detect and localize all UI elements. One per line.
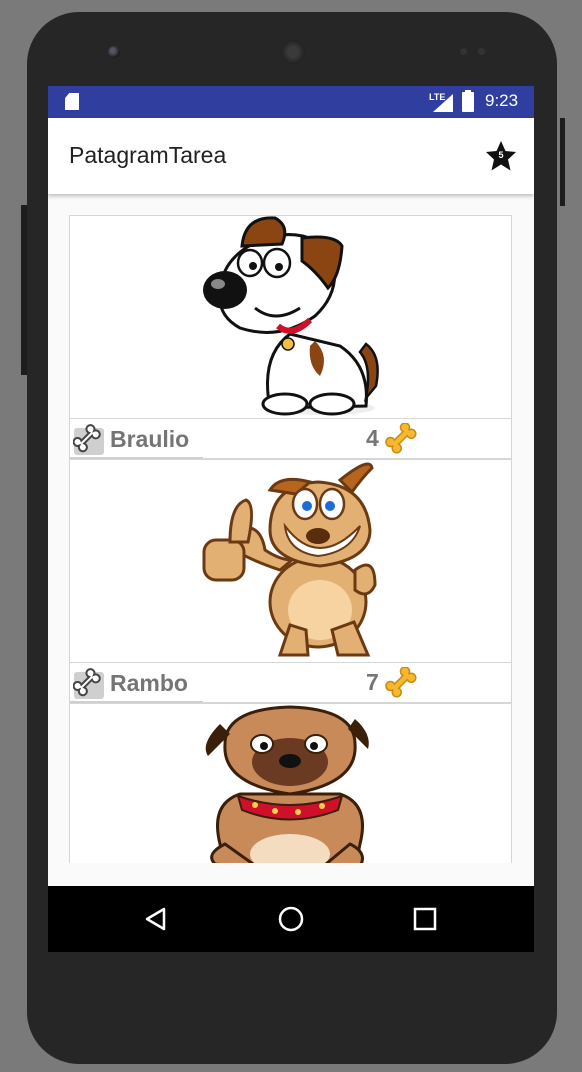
home-button[interactable]: [275, 903, 307, 935]
dog-illustration-thumbs-up: [202, 462, 377, 657]
pet-name: Braulio: [110, 426, 190, 452]
pet-card: [69, 703, 512, 863]
pet-rating: 7: [366, 669, 379, 695]
back-triangle-icon: [145, 907, 166, 931]
app-bar: PatagramTarea 5: [48, 118, 534, 194]
pet-list[interactable]: Braulio 4 Rambo 7: [69, 215, 512, 863]
volume-button: [21, 205, 27, 375]
status-bar: LTE 9:23: [48, 86, 534, 118]
name-underline: [70, 457, 203, 459]
battery-icon: [462, 90, 474, 112]
recents-button[interactable]: [409, 903, 441, 935]
light-sensor: [478, 48, 485, 55]
recents-square-icon: [413, 907, 437, 931]
device-screen: LTE 9:23 PatagramTarea 5 Braulio 4 Rambo…: [48, 86, 534, 952]
dog-illustration-pug: [205, 705, 369, 863]
sd-card-icon: [65, 93, 79, 110]
proximity-sensor: [460, 48, 467, 55]
pet-image: [70, 216, 511, 418]
clock: 9:23: [485, 91, 519, 110]
navigation-bar: [48, 886, 534, 952]
favorites-count: 5: [498, 150, 504, 160]
favorites-button[interactable]: 5: [484, 140, 518, 172]
pet-card-footer: Rambo 7: [70, 662, 511, 703]
pet-card: Rambo 7: [69, 459, 512, 703]
rating-bone-icon: [385, 422, 421, 457]
name-underline: [70, 701, 203, 703]
earpiece-speaker: [281, 40, 305, 64]
app-title: PatagramTarea: [69, 142, 227, 168]
dog-illustration-white: [203, 216, 379, 416]
power-button: [560, 118, 565, 206]
rating-bone-icon: [385, 666, 421, 701]
bone-outline-icon: [72, 668, 104, 699]
pet-image: [70, 704, 511, 863]
pet-rating: 4: [366, 425, 379, 451]
home-circle-icon: [278, 906, 304, 932]
pet-name: Rambo: [110, 670, 188, 696]
back-button[interactable]: [140, 903, 172, 935]
network-type: LTE: [429, 92, 446, 102]
pet-image: [70, 460, 511, 662]
bone-outline-icon: [72, 424, 104, 455]
pet-card-footer: Braulio 4: [70, 418, 511, 459]
pet-card: Braulio 4: [69, 215, 512, 459]
like-button[interactable]: [72, 668, 106, 701]
like-button[interactable]: [72, 424, 106, 457]
front-camera: [108, 46, 120, 58]
